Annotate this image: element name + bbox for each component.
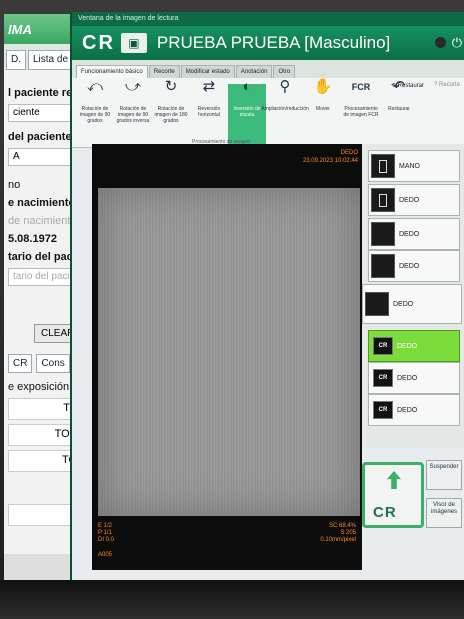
rotate-left-button[interactable]: ⤺ Rotación de imagen de 90 grados: [76, 78, 114, 147]
tool-label: Rotación de imagen de 180 grados: [154, 106, 188, 124]
cr-logo: CR: [82, 31, 115, 54]
tool-label: Restaurar: [388, 106, 410, 112]
tool-label: Rotación de imagen de 90 grados inversa: [116, 106, 150, 124]
thumbnail-label: DEDO: [397, 342, 418, 350]
thumbnail-inner: [379, 193, 387, 207]
suspend-button[interactable]: Suspender: [426, 460, 462, 490]
help-link[interactable]: ? Recorte: [434, 82, 460, 88]
viewer-info-line: S 205: [340, 530, 356, 536]
thumbnail-item[interactable]: DEDO: [368, 218, 460, 250]
rotate-right-icon: ⤻: [124, 78, 142, 95]
tool-label: Procesamiento de imagen FCR: [343, 106, 379, 118]
viewer-info-line: P 1/1: [98, 530, 112, 536]
xray-image[interactable]: [98, 188, 360, 516]
thumbnail-image: [371, 222, 395, 246]
thumbnail-label: DEDO: [397, 374, 418, 382]
invert-button[interactable]: ◐ Inversión de escala: [228, 78, 266, 147]
thumbnail-item[interactable]: MANO: [368, 150, 460, 182]
zoom-button[interactable]: ⚲ Ampliación/reducción: [261, 78, 309, 147]
monitor-bezel: [0, 580, 464, 619]
thumbnail-item[interactable]: CR DEDO: [368, 394, 460, 426]
thumbnail-label: DEDO: [397, 406, 418, 414]
invert-icon: ◐: [242, 78, 252, 95]
thumbnail-image: [365, 292, 389, 316]
restore-label: Restaurar: [397, 83, 424, 89]
viewer-info-bottom-right: SC 68.4% S 205 0.10mm/pixel: [320, 523, 356, 544]
cr-mini-icon: CR: [373, 369, 393, 387]
move-button[interactable]: ✋ Mover: [304, 78, 342, 147]
tab-other[interactable]: Otro: [273, 65, 296, 78]
flip-button[interactable]: ⇄ Reversión horizontal: [190, 78, 228, 147]
patient-icon: ▣: [120, 33, 147, 53]
fcr-button[interactable]: FCR Procesamiento de imagen FCR: [342, 82, 380, 147]
tool-label: Rotación de imagen de 90 grados: [79, 106, 111, 124]
thumbnail-image: [371, 188, 395, 212]
thumbnail-label: DEDO: [393, 300, 414, 308]
cr-acquire-button[interactable]: CR: [362, 462, 424, 528]
fcr-icon: FCR: [351, 82, 371, 92]
thumbnail-label: DEDO: [399, 262, 420, 270]
viewer-info-bottom-left: E 1/2 P 1/1 DI 0.0: [98, 523, 114, 544]
thumbnail-item[interactable]: DEDO: [368, 250, 460, 282]
zoom-icon: ⚲: [279, 78, 291, 95]
cr-tab[interactable]: CR: [8, 354, 33, 373]
body-part-label: DEDO: [340, 150, 358, 156]
flip-icon: ⇄: [202, 78, 216, 95]
timestamp: 23.09.2023 10:02:44: [302, 158, 358, 164]
thumbnail-item[interactable]: DEDO: [368, 184, 460, 216]
tab-crop[interactable]: Recorte: [148, 65, 180, 78]
thumbnail-label: DEDO: [399, 230, 420, 238]
viewer-info-line: DI 0.0: [98, 537, 115, 543]
thumbnail-list: MANO DEDO DEDO DEDO DEDO CR DEDO CR DEDO…: [362, 144, 464, 448]
window-header: CR ▣ PRUEBA PRUEBA [Masculino] ⏻: [72, 26, 464, 60]
power-icon[interactable]: ⏻: [452, 35, 462, 51]
status-dot-icon: [435, 37, 446, 48]
thumbnail-item-selected[interactable]: CR DEDO: [368, 330, 460, 362]
thumbnail-label: DEDO: [399, 196, 420, 204]
viewer-info-line: SC 68.4%: [328, 523, 356, 529]
patient-name: PRUEBA PRUEBA [Masculino]: [156, 33, 391, 52]
thumbnail-item[interactable]: DEDO: [362, 284, 462, 324]
tab-annotation[interactable]: Anotación: [235, 65, 273, 78]
image-viewer[interactable]: DEDO 23.09.2023 10:02:44 E 1/2 P 1/1 DI …: [92, 144, 362, 570]
tab-basic[interactable]: Funcionamiento básico: [76, 65, 148, 78]
tab-modify-state[interactable]: Modificar estado: [180, 65, 235, 78]
toolbar: ⤺ Rotación de imagen de 90 grados ⤻ Rotaci…: [72, 78, 464, 148]
rotate-left-icon: ⤺: [86, 78, 104, 95]
viewer-info-line: E 1/2: [98, 523, 113, 529]
background-tab-1[interactable]: D.: [6, 50, 26, 70]
undo-button[interactable]: ↶ Restaurar: [380, 79, 418, 147]
restore-link[interactable]: ⟲ Restaurar: [391, 82, 424, 89]
cr-mini-icon: CR: [373, 401, 393, 419]
tab-bar: Funcionamiento básico Recorte Modificar …: [72, 60, 464, 78]
viewer-info-line: 0.10mm/pixel: [320, 537, 356, 543]
rotate-180-button[interactable]: ↻ Rotación de imagen de 180 grados: [152, 78, 190, 147]
photo-frame: IMA D. Lista de e l paciente re ciente d…: [0, 0, 464, 619]
thumbnail-item[interactable]: CR DEDO: [368, 362, 460, 394]
cons-tab[interactable]: Cons: [36, 354, 70, 373]
thumbnail-label: MANO: [399, 162, 420, 170]
cr-mini-icon: CR: [373, 337, 393, 355]
hand-icon: ✋: [313, 78, 333, 95]
window-caption: Ventana de la imagen de lectura: [72, 12, 464, 26]
rotate-right-button[interactable]: ⤻ Rotación de imagen de 90 grados inversa: [114, 78, 152, 147]
tool-label: Ampliación/reducción: [261, 106, 309, 112]
viewer-info-top: DEDO 23.09.2023 10:02:44: [303, 149, 358, 165]
tool-label: Reversión horizontal: [197, 106, 221, 118]
upload-arrow-icon: [387, 471, 401, 489]
background-tab-bar-2: CR Cons: [8, 354, 70, 373]
thumbnail-inner: [379, 159, 387, 173]
rotate-180-icon: ↻: [164, 78, 178, 95]
thumbnail-image: [371, 154, 395, 178]
image-viewer-button[interactable]: Visor de imágenes: [426, 498, 462, 528]
image-code: A005: [98, 552, 113, 558]
tool-label: Mover: [316, 106, 330, 112]
cr-button-label: CR: [373, 504, 397, 521]
thumbnail-image: [371, 254, 395, 278]
help-label: Recorte: [438, 82, 460, 88]
